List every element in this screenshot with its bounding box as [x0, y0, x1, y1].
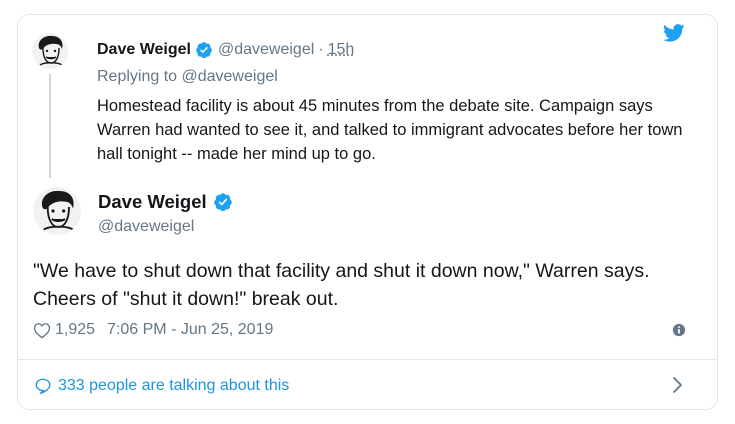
main-tweet-text: "We have to shut down that facility and … — [33, 260, 650, 310]
tweet-timestamp[interactable]: 7:06 PM - Jun 25, 2019 — [107, 321, 273, 339]
parent-tweet-text: Homestead facility is about 45 minutes f… — [97, 97, 683, 163]
footer-divider — [17, 359, 718, 360]
like-count[interactable]: 1,925 — [55, 321, 95, 339]
parent-tweet-time[interactable]: 15h — [328, 41, 355, 59]
avatar-caricature-icon — [38, 35, 63, 66]
chevron-right-icon[interactable] — [672, 376, 684, 394]
replying-to-label: Replying to @daveweigel — [97, 68, 278, 85]
main-author-name[interactable]: Dave Weigel — [98, 191, 207, 213]
avatar-caricature-icon — [41, 190, 74, 231]
heart-icon[interactable] — [33, 322, 51, 339]
verified-badge-icon — [213, 193, 232, 212]
parent-author-handle[interactable]: @daveweigel — [218, 41, 314, 59]
parent-tweet-header: Dave Weigel @daveweigel · 15h — [97, 39, 354, 61]
speech-bubble-icon — [35, 378, 51, 395]
parent-avatar[interactable] — [32, 33, 68, 69]
main-tweet-header: Dave Weigel — [98, 190, 233, 214]
main-author-handle[interactable]: @daveweigel — [98, 218, 194, 236]
talking-about-label: 333 people are talking about this — [58, 377, 290, 394]
talking-about-link[interactable]: 333 people are talking about this — [34, 375, 289, 397]
thread-connector-line — [49, 74, 51, 178]
separator-dot: · — [318, 41, 324, 58]
twitter-bird-icon[interactable] — [663, 24, 685, 42]
info-icon[interactable] — [672, 323, 686, 337]
tweet-meta-row: 1,925 7:06 PM - Jun 25, 2019 — [33, 319, 273, 341]
verified-badge-icon — [196, 42, 212, 59]
parent-author-name[interactable]: Dave Weigel — [97, 41, 191, 59]
main-avatar[interactable] — [33, 187, 81, 235]
